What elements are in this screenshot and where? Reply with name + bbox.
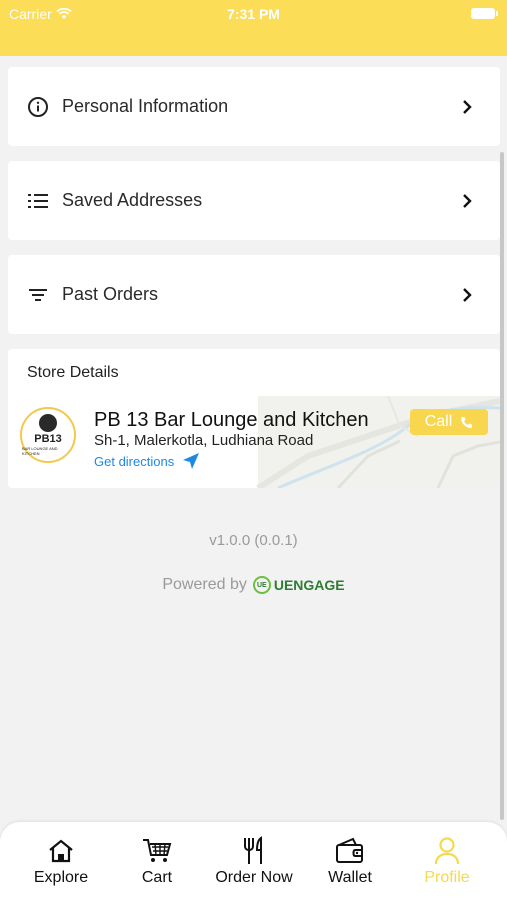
status-bar: Carrier 7:31 PM	[0, 0, 507, 56]
menu-past-orders[interactable]: Past Orders	[8, 255, 500, 334]
store-logo-text: PB13	[34, 433, 62, 445]
uengage-logo-mark: UE	[252, 576, 271, 594]
tab-explore[interactable]: Explore	[11, 836, 111, 892]
tab-label: Order Now	[215, 869, 293, 886]
store-logo: PB13 BAR LOUNGE AND KITCHEN	[20, 407, 76, 463]
chevron-right-icon	[462, 192, 476, 210]
store-name: PB 13 Bar Lounge and Kitchen	[94, 409, 369, 431]
wallet-icon	[335, 836, 365, 866]
store-logo-mark	[39, 414, 57, 432]
home-icon	[46, 836, 76, 866]
bottom-tab-bar: Explore Cart Order Now Wallet Profile	[0, 822, 507, 900]
profile-icon	[432, 836, 462, 866]
filter-icon	[26, 283, 50, 307]
tab-label: Cart	[141, 869, 173, 886]
menu-label: Personal Information	[62, 96, 229, 116]
tab-label: Profile	[424, 869, 470, 886]
store-logo-subtext: BAR LOUNGE AND KITCHEN	[22, 446, 58, 456]
get-directions-link[interactable]: Get directions	[94, 452, 200, 470]
cart-icon	[142, 836, 172, 866]
tab-order-now[interactable]: Order Now	[204, 836, 304, 892]
status-time: 7:31 PM	[227, 6, 280, 22]
chevron-right-icon	[462, 286, 476, 304]
uengage-logo: UE UENGAGE	[252, 576, 345, 594]
menu-label: Past Orders	[62, 284, 159, 304]
tab-profile[interactable]: Profile	[397, 836, 497, 892]
fork-knife-icon	[239, 836, 269, 866]
chevron-right-icon	[462, 98, 476, 116]
get-directions-label: Get directions	[94, 453, 175, 469]
menu-saved-addresses[interactable]: Saved Addresses	[8, 161, 500, 240]
menu-label: Saved Addresses	[62, 190, 203, 210]
powered-by-label: Powered by	[162, 576, 247, 593]
scrollbar[interactable]	[500, 152, 504, 820]
tab-label: Wallet	[328, 869, 372, 886]
info-icon	[26, 95, 50, 119]
tab-label: Explore	[33, 869, 89, 886]
store-section-title: Store Details	[27, 364, 119, 381]
call-button[interactable]: Call	[410, 409, 488, 435]
menu-personal-information[interactable]: Personal Information	[8, 67, 500, 146]
phone-icon	[461, 416, 473, 428]
powered-by: Powered by UE UENGAGE	[0, 576, 507, 594]
call-label: Call	[424, 413, 453, 430]
tab-wallet[interactable]: Wallet	[300, 836, 400, 892]
store-address: Sh-1, Malerkotla, Ludhiana Road	[94, 432, 314, 449]
uengage-brand: UENGAGE	[273, 577, 345, 593]
store-details-card: Store Details PB13 BAR LOUNGE AND KITCHE…	[8, 349, 500, 488]
navigation-arrow-icon	[183, 453, 200, 469]
app-version: v1.0.0 (0.0.1)	[209, 532, 298, 549]
tab-cart[interactable]: Cart	[107, 836, 207, 892]
battery-icon	[471, 8, 498, 19]
list-icon	[26, 189, 50, 213]
